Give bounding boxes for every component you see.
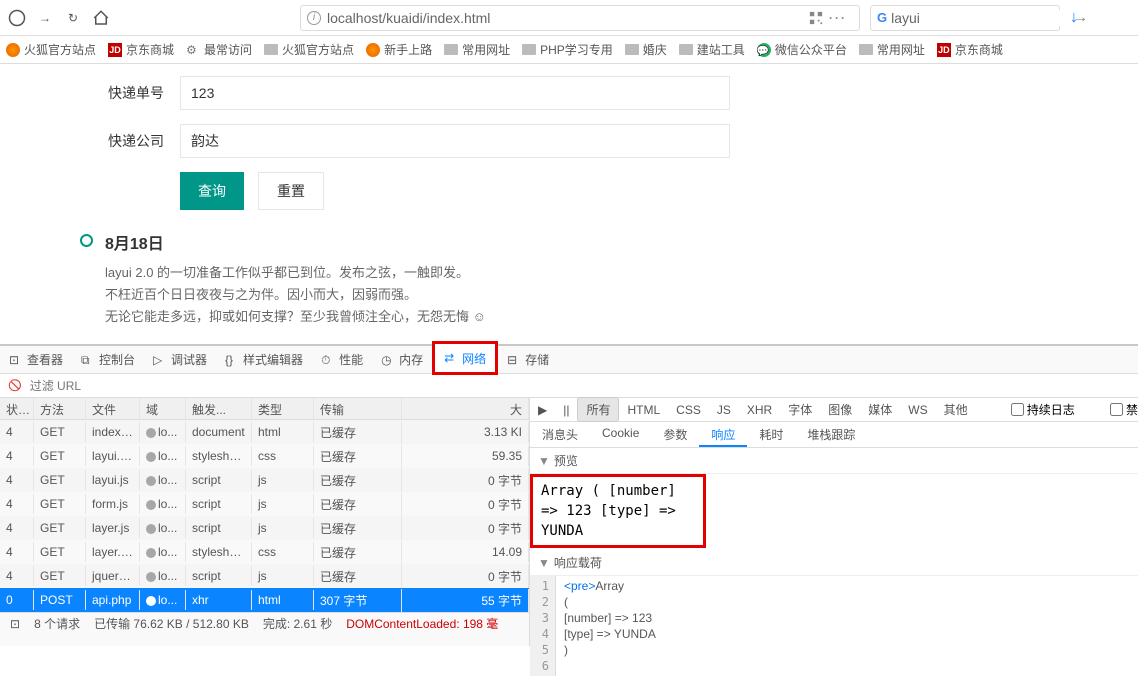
detail-tab[interactable]: 堆栈跟踪 [795,422,867,447]
persist-checkbox[interactable] [1011,403,1024,416]
timeline-line: 无论它能走多远，抑或如何支撑？至少我曾倾注全心，无怨无悔 ☺ [105,306,486,328]
bookmark-item[interactable]: 火狐官方站点 [264,41,354,58]
network-row[interactable]: 4GETjquery.jslo...scriptjs已缓存0 字节 [0,564,529,588]
timeline-line: layui 2.0 的一切准备工作似乎都已到位。发布之弦，一触即发。 [105,262,486,284]
pause-icon[interactable]: || [555,400,577,420]
forward-icon[interactable]: → [36,9,54,27]
detail-tab[interactable]: 消息头 [530,422,590,447]
cog-icon [186,43,200,57]
filter-type[interactable]: JS [709,400,739,420]
devtools-tab-0[interactable]: ⊡查看器 [0,346,72,373]
filter-url-input[interactable] [30,379,185,393]
timeline-dot [80,234,93,247]
filter-type[interactable]: 其他 [936,400,976,420]
company-input[interactable] [180,124,730,158]
site-info-icon[interactable]: i [307,11,321,25]
fx-icon [366,43,380,57]
filter-type[interactable]: 图像 [820,400,860,420]
wx-icon [757,43,771,57]
bookmark-item[interactable]: 建站工具 [679,41,745,58]
filter-type[interactable]: XHR [739,400,780,420]
filter-type[interactable]: 媒体 [860,400,900,420]
network-table-header: 状态 方法 文件 域 触发... 类型 传输 大 [0,398,529,420]
play-icon[interactable]: ▶ [530,400,555,420]
express-no-input[interactable] [180,76,730,110]
express-no-label: 快递单号 [0,83,180,103]
toggle-icon[interactable]: ⊡ [10,617,20,631]
bookmark-item[interactable]: 常用网址 [444,41,510,58]
network-row[interactable]: 4GETlayui.csslo...stylesheetcss已缓存59.35 [0,444,529,468]
detail-tab[interactable]: 响应 [699,422,747,447]
submit-button[interactable]: 查询 [180,172,244,210]
jd-icon: JD [937,43,951,57]
bookmark-item[interactable]: 常用网址 [859,41,925,58]
timeline-title: 8月18日 [105,230,486,254]
qr-icon[interactable] [809,11,823,25]
devtools-tab-5[interactable]: ◷内存 [372,346,432,373]
filter-type[interactable]: CSS [668,400,709,420]
devtools-tab-3[interactable]: {}样式编辑器 [216,346,312,373]
detail-tab[interactable]: 参数 [651,422,699,447]
network-row[interactable]: 4GETindex....lo...documenthtml已缓存3.13 KI [0,420,529,444]
bookmarks-bar: 火狐官方站点JD京东商城最常访问火狐官方站点新手上路常用网址PHP学习专用婚庆建… [0,36,1138,64]
folder-icon [264,44,278,55]
devtools-tab-1[interactable]: ⧉控制台 [72,346,144,373]
filter-type[interactable]: WS [900,400,935,420]
response-preview: Array ( [number] => 123 [type] => YUNDA [530,474,706,548]
timeline-line: 不枉近百个日日夜夜与之为伴。因小而大，因弱而强。 [105,284,486,306]
bookmark-item[interactable]: JD京东商城 [108,41,174,58]
filter-all[interactable]: 所有 [577,397,619,422]
reload-icon[interactable]: ↻ [64,9,82,27]
bookmark-item[interactable]: 火狐官方站点 [6,41,96,58]
folder-icon [625,44,639,55]
bookmark-item[interactable]: 新手上路 [366,41,432,58]
folder-icon [522,44,536,55]
network-row[interactable]: 0POSTapi.phplo...xhrhtml307 字节55 字节 [0,588,529,612]
home-icon[interactable] [92,9,110,27]
devtools-tab-7[interactable]: ⊟存储 [498,346,558,373]
disable-cache-checkbox[interactable] [1110,403,1123,416]
detail-tab[interactable]: Cookie [590,422,651,447]
detail-tab[interactable]: 耗时 [747,422,795,447]
filter-type[interactable]: HTML [619,400,668,420]
bookmark-item[interactable]: 最常访问 [186,41,252,58]
network-status-bar: ⊡ 8 个请求 已传输 76.62 KB / 512.80 KB 完成: 2.6… [0,612,529,634]
network-row[interactable]: 4GETform.jslo...scriptjs已缓存0 字节 [0,492,529,516]
bookmark-item[interactable]: PHP学习专用 [522,41,613,58]
bookmark-item[interactable]: 微信公众平台 [757,41,847,58]
no-throttle-icon[interactable]: 🚫 [8,379,22,392]
jd-icon: JD [108,43,122,57]
back-icon[interactable] [8,9,26,27]
downloads-icon[interactable]: ↓ [1070,9,1078,27]
company-label: 快递公司 [0,131,180,151]
search-input[interactable] [891,10,1072,26]
response-payload: 123456 <pre>Array( [number] => 123 [type… [530,576,1138,676]
reset-button[interactable]: 重置 [258,172,324,210]
filter-type[interactable]: 字体 [780,400,820,420]
bookmark-item[interactable]: JD京东商城 [937,41,1003,58]
devtools-tab-2[interactable]: ▷调试器 [144,346,216,373]
devtools-tab-6[interactable]: ⇄网络 [432,341,498,375]
url-more-icon[interactable]: ··· [823,11,853,25]
search-bar[interactable]: G → [870,5,1060,31]
url-bar[interactable]: i ··· [300,5,860,31]
url-input[interactable] [327,10,809,26]
network-row[interactable]: 4GETlayer.jslo...scriptjs已缓存0 字节 [0,516,529,540]
folder-icon [679,44,693,55]
network-row[interactable]: 4GETlayui.jslo...scriptjs已缓存0 字节 [0,468,529,492]
devtools-tab-4[interactable]: ⏱性能 [312,346,372,373]
folder-icon [859,44,873,55]
network-row[interactable]: 4GETlayer.c...lo...stylesheetcss已缓存14.09 [0,540,529,564]
fx-icon [6,43,20,57]
folder-icon [444,44,458,55]
bookmark-item[interactable]: 婚庆 [625,41,667,58]
